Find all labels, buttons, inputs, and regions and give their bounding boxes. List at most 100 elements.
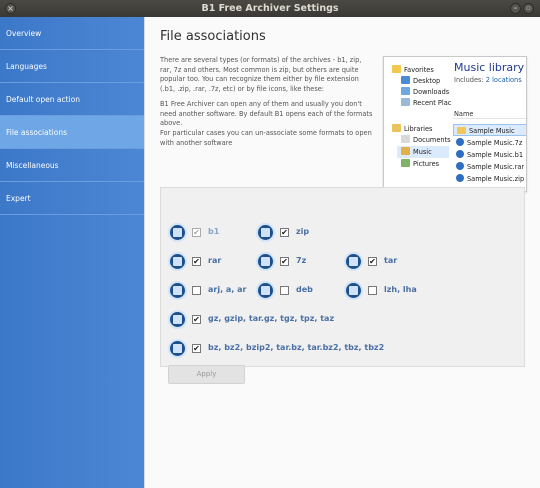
arj-label: arj, a, ar	[208, 285, 247, 294]
file-name: Sample Music	[469, 127, 515, 135]
desktop-icon	[401, 76, 410, 84]
explorer-nav-item: Recent Plac	[401, 97, 451, 109]
format-option-gz: ✔ gz, gzip, tar.gz, tgz, tpz, taz	[168, 310, 388, 330]
file-name: Sample Music.rar	[467, 163, 525, 171]
arj-checkbox[interactable]	[192, 286, 201, 295]
explorer-nav-label: Libraries	[404, 125, 433, 133]
zip-checkbox[interactable]: ✔	[280, 228, 289, 237]
description-paragraph: For particular cases you can un-associat…	[160, 129, 372, 147]
bz-format-icon	[168, 339, 187, 358]
gz-checkbox[interactable]: ✔	[192, 315, 201, 324]
sidebar-item-default-open-action[interactable]: Default open action	[0, 83, 144, 116]
settings-window: × B1 Free Archiver Settings – ▫ Overview…	[0, 0, 540, 488]
description-paragraph: B1 Free Archiver can open any of them an…	[160, 100, 373, 128]
explorer-nav-item: Documents	[401, 134, 451, 146]
deb-label: deb	[296, 285, 313, 294]
maximize-icon[interactable]: ▫	[523, 3, 534, 14]
sidebar: Overview Languages Default open action F…	[0, 17, 144, 488]
bz-label: bz, bz2, bzip2, tar.bz, tar.bz2, tbz, tb…	[208, 343, 385, 352]
gz-format-icon	[168, 310, 187, 329]
downloads-icon	[401, 87, 410, 95]
format-option-lzh: lzh, lha	[344, 281, 434, 301]
format-option-rar: ✔ rar	[168, 252, 248, 272]
column-header-name: Name	[454, 110, 474, 118]
sidebar-item-file-associations[interactable]: File associations	[0, 116, 144, 149]
tar-checkbox[interactable]: ✔	[368, 257, 377, 266]
sidebar-item-miscellaneous[interactable]: Miscellaneous	[0, 149, 144, 182]
minimize-icon[interactable]: –	[510, 3, 521, 14]
star-icon	[392, 65, 401, 73]
format-option-zip: ✔ zip	[256, 223, 336, 243]
format-option-7z: ✔ 7z	[256, 252, 336, 272]
music-icon	[401, 147, 410, 155]
window-controls: – ▫	[510, 3, 534, 14]
file-row: Sample Music.zip	[453, 173, 526, 185]
explorer-nav-label: Documents	[413, 136, 451, 144]
archive-file-icon	[456, 162, 464, 170]
format-option-deb: deb	[256, 281, 336, 301]
zip-format-icon	[256, 223, 275, 242]
tar-label: tar	[384, 256, 398, 265]
7z-checkbox[interactable]: ✔	[280, 257, 289, 266]
zip-label: zip	[296, 227, 310, 236]
sidebar-item-languages[interactable]: Languages	[0, 50, 144, 83]
archive-file-icon	[456, 138, 464, 146]
format-option-b1: ✔ b1	[168, 223, 248, 243]
explorer-nav-label: Recent Plac	[413, 99, 452, 107]
rar-format-icon	[168, 252, 187, 271]
gz-label: gz, gzip, tar.gz, tgz, tpz, taz	[208, 314, 335, 323]
file-row: Sample Music.b1	[453, 149, 526, 161]
main-content: File associations There are several type…	[144, 17, 540, 488]
includes-link: 2 locations	[485, 76, 522, 84]
recent-places-icon	[401, 98, 410, 106]
explorer-nav-label: Favorites	[404, 66, 434, 74]
file-name: Sample Music.zip	[467, 175, 525, 183]
rar-checkbox[interactable]: ✔	[192, 257, 201, 266]
deb-checkbox[interactable]	[280, 286, 289, 295]
folder-icon	[457, 127, 466, 134]
format-option-bz: ✔ bz, bz2, bzip2, tar.bz, tar.bz2, tbz, …	[168, 339, 428, 359]
explorer-nav-label: Downloads	[413, 88, 450, 96]
file-row: Sample Music	[453, 124, 526, 136]
format-option-arj: arj, a, ar	[168, 281, 254, 301]
file-row: Sample Music.7z	[453, 137, 526, 149]
archive-file-icon	[456, 174, 464, 182]
documents-icon	[401, 135, 410, 143]
formats-panel: ✔ b1 ✔ zip ✔ rar ✔ 7z ✔ tar arj, a, ar d…	[160, 187, 525, 384]
description-paragraph: There are several types (or formats) of …	[160, 56, 362, 93]
b1-checkbox[interactable]: ✔	[192, 228, 201, 237]
file-name: Sample Music.7z	[467, 139, 523, 147]
arj-format-icon	[168, 281, 187, 300]
library-includes: Includes: 2 locations	[454, 76, 522, 84]
lzh-label: lzh, lha	[384, 285, 417, 294]
sidebar-item-expert[interactable]: Expert	[0, 182, 144, 215]
deb-format-icon	[256, 281, 275, 300]
explorer-nav-item: Music	[397, 146, 449, 158]
explorer-nav-label: Pictures	[413, 160, 440, 168]
apply-button[interactable]: Apply	[168, 365, 245, 384]
lzh-format-icon	[344, 281, 363, 300]
b1-format-icon	[168, 223, 187, 242]
archive-file-icon	[456, 150, 464, 158]
library-title: Music library	[454, 61, 525, 74]
rar-label: rar	[208, 256, 222, 265]
explorer-nav-label: Desktop	[413, 77, 441, 85]
tar-format-icon	[344, 252, 363, 271]
7z-format-icon	[256, 252, 275, 271]
page-title: File associations	[160, 29, 266, 44]
sidebar-item-overview[interactable]: Overview	[0, 17, 144, 50]
format-option-tar: ✔ tar	[344, 252, 424, 272]
close-icon[interactable]: ×	[5, 3, 16, 14]
file-name: Sample Music.b1	[467, 151, 524, 159]
pictures-icon	[401, 159, 410, 167]
lzh-checkbox[interactable]	[368, 286, 377, 295]
7z-label: 7z	[296, 256, 307, 265]
explorer-preview-image: Favorites Desktop Downloads Recent Plac …	[383, 56, 527, 192]
file-row: Sample Music.rar	[453, 161, 526, 173]
includes-label: Includes:	[454, 76, 484, 84]
b1-label: b1	[208, 227, 220, 236]
title-bar: × B1 Free Archiver Settings – ▫	[0, 0, 540, 17]
explorer-nav-label: Music	[413, 148, 432, 156]
bz-checkbox[interactable]: ✔	[192, 344, 201, 353]
explorer-nav-item: Pictures	[401, 158, 439, 170]
